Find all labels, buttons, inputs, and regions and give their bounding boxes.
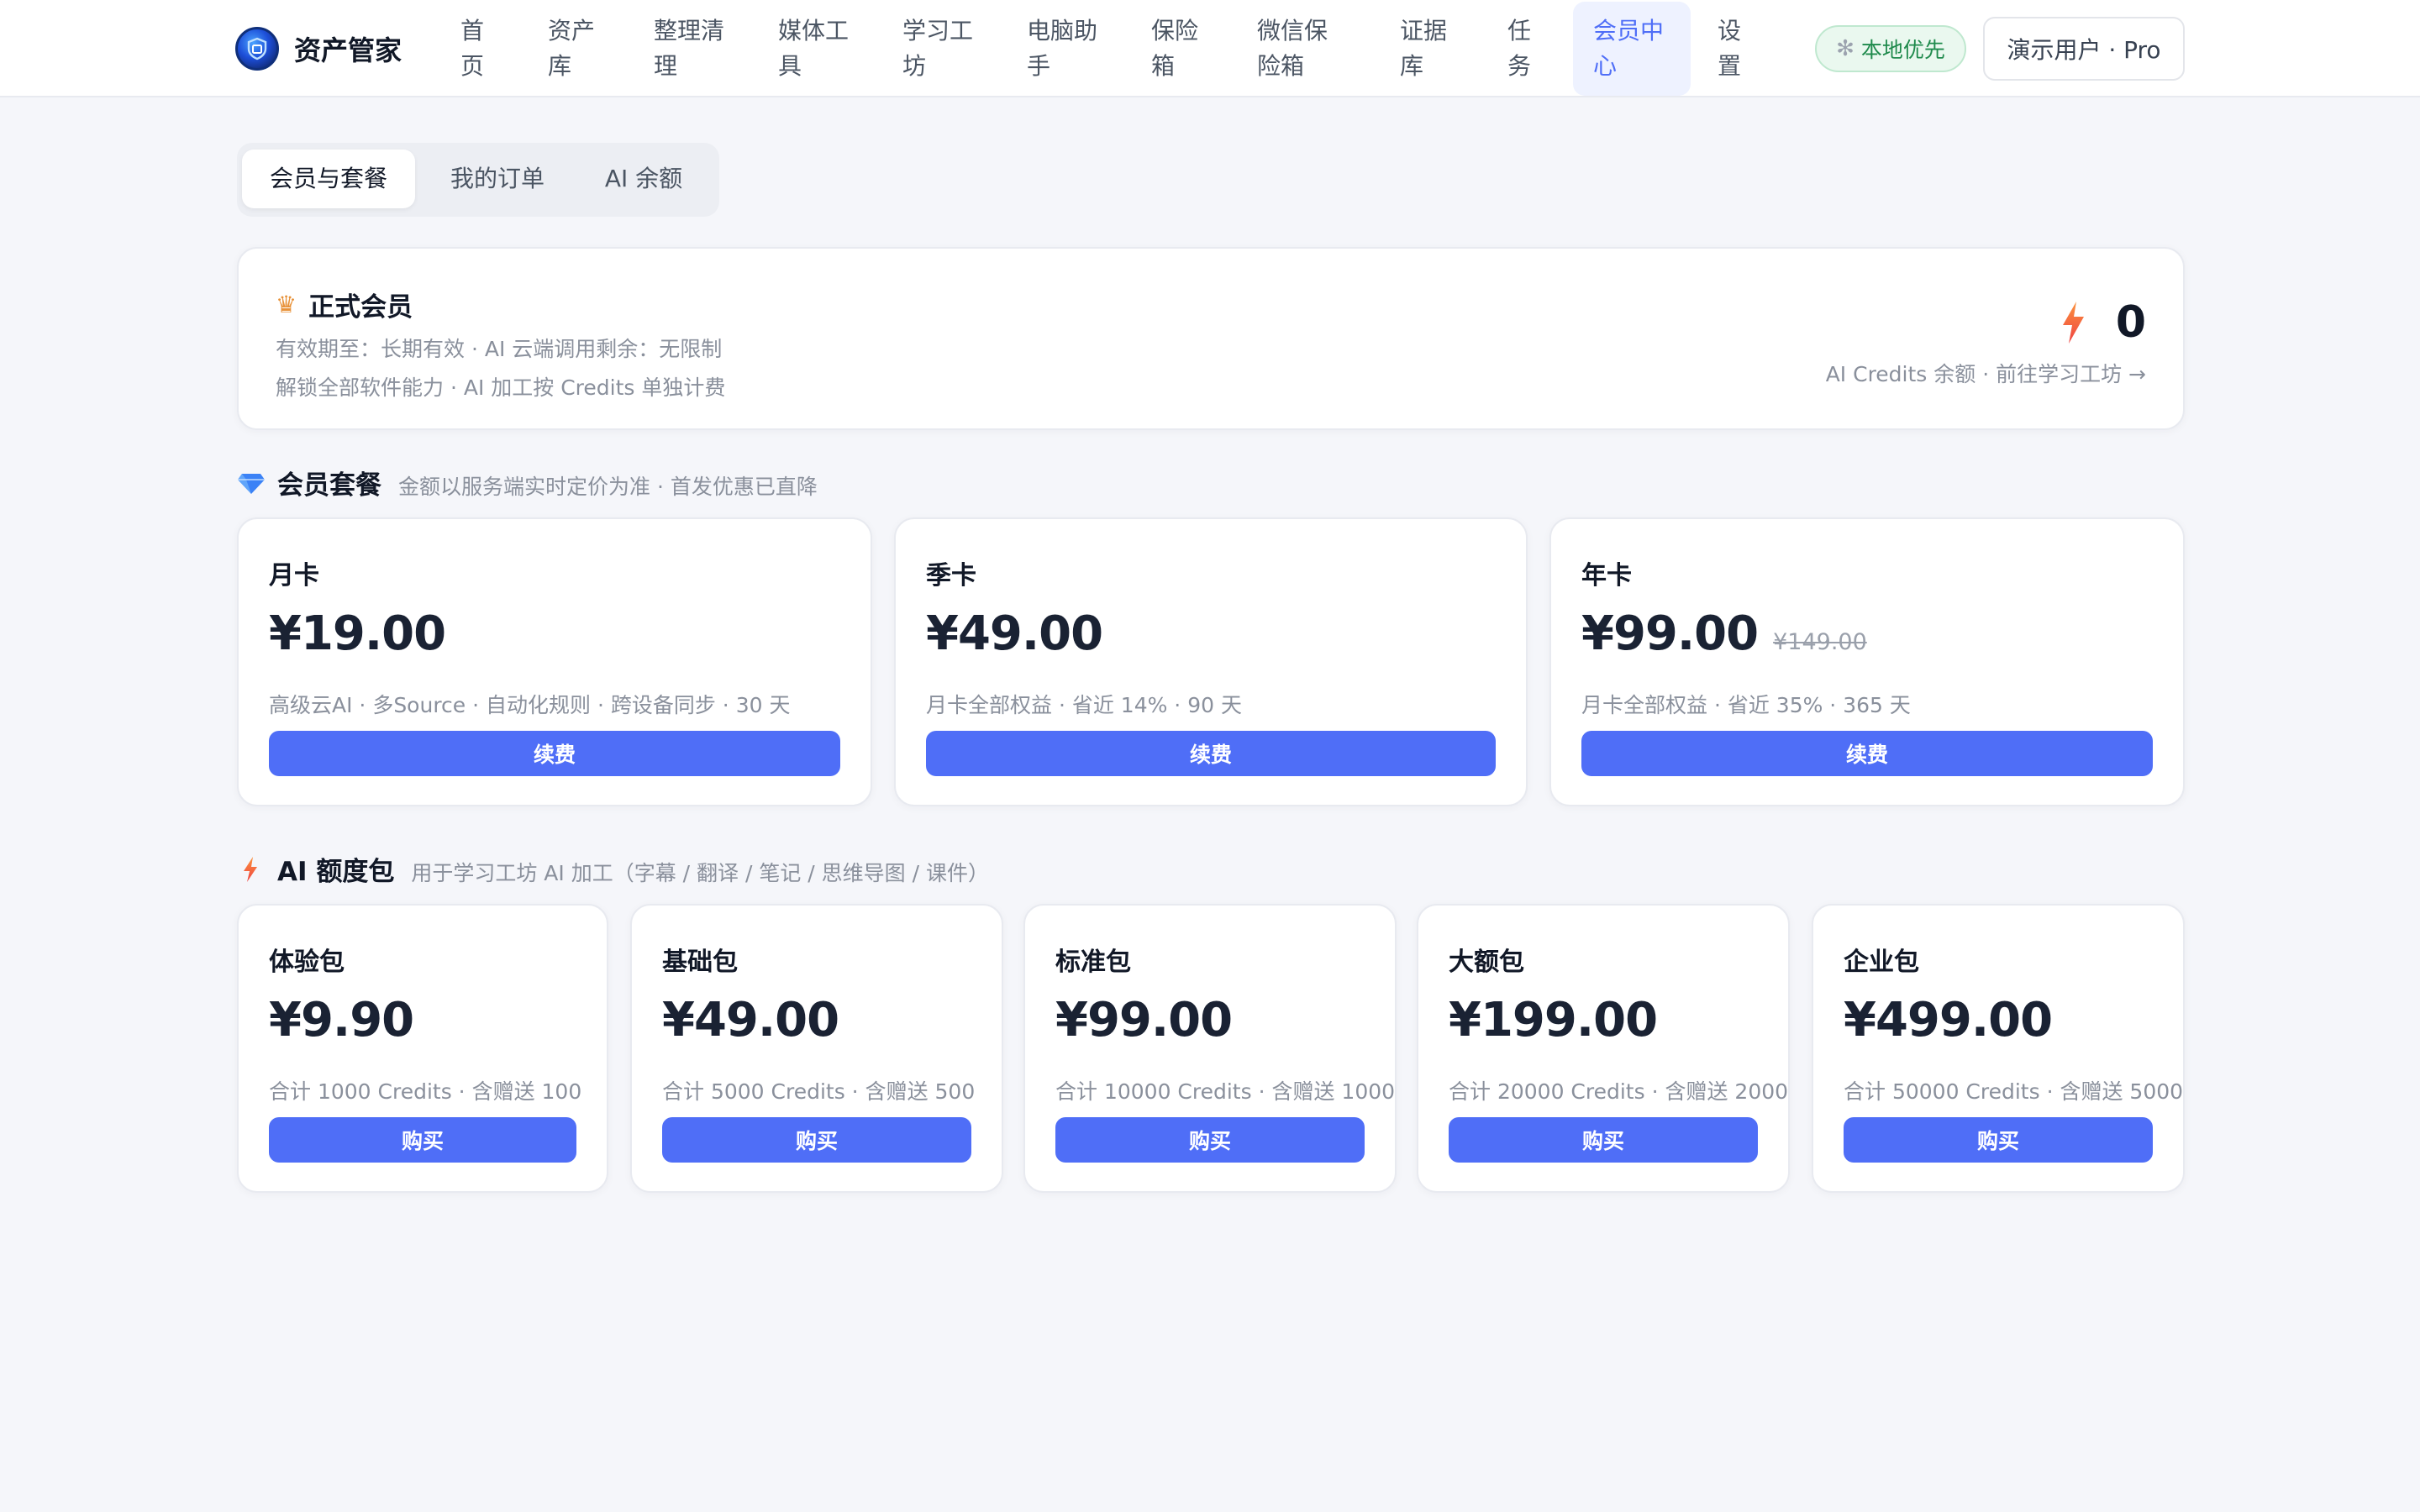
plan-description: 月卡全部权益 · 省近 14% · 90 天	[926, 693, 1242, 717]
plan-name: 月卡	[269, 561, 319, 591]
nav-item-settings[interactable]: 设置	[1697, 2, 1773, 96]
credits-balance-value: 0	[2115, 297, 2146, 348]
pack-name: 体验包	[269, 948, 345, 977]
buy-button[interactable]: 购买	[662, 1117, 971, 1163]
buy-button[interactable]: 购买	[1055, 1117, 1365, 1163]
plan-card-yearly: 年卡 ¥99.00 ¥149.00 月卡全部权益 · 省近 35% · 365 天…	[1549, 517, 2185, 806]
plan-price-value: ¥49.00	[926, 606, 1103, 661]
tab-my-orders[interactable]: 我的订单	[422, 150, 573, 208]
plan-price-value: ¥99.00	[1581, 606, 1759, 661]
membership-title-text: 正式会员	[308, 292, 413, 323]
pack-price: ¥199.00	[1449, 993, 1658, 1047]
plans-section-title: 会员套餐	[277, 470, 381, 501]
diamond-icon	[238, 473, 265, 494]
local-first-badge[interactable]: ✻ 本地优先	[1815, 25, 1966, 72]
membership-validity: 有效期至：长期有效 · AI 云端调用剩余：无限制	[276, 337, 723, 361]
plan-card-monthly: 月卡 ¥19.00 高级云AI · 多Source · 自动化规则 · 跨设备同…	[237, 517, 872, 806]
plan-description: 高级云AI · 多Source · 自动化规则 · 跨设备同步 · 30 天	[269, 693, 791, 717]
pack-description: 合计 20000 Credits · 含赠送 2000	[1449, 1079, 1789, 1104]
gear-icon: ✻	[1836, 36, 1854, 61]
renew-button[interactable]: 续费	[1581, 731, 2153, 776]
pack-description: 合计 10000 Credits · 含赠送 1000	[1055, 1079, 1396, 1104]
nav-item-vault[interactable]: 保险箱	[1131, 2, 1228, 96]
credits-balance: 0	[2060, 297, 2146, 348]
plan-description: 月卡全部权益 · 省近 35% · 365 天	[1581, 693, 1911, 717]
plan-name: 季卡	[926, 561, 976, 591]
pack-description: 合计 1000 Credits · 含赠送 100	[269, 1079, 582, 1104]
credits-link[interactable]: AI Credits 余额 · 前往学习工坊 →	[1826, 358, 2146, 388]
nav-item-tasks[interactable]: 任务	[1487, 2, 1563, 96]
plans-section-note: 金额以服务端实时定价为准 · 首发优惠已直降	[398, 475, 818, 499]
nav-item-pc-assistant[interactable]: 电脑助手	[1007, 2, 1128, 96]
membership-status-card: ♛ 正式会员 有效期至：长期有效 · AI 云端调用剩余：无限制 解锁全部软件能…	[237, 247, 2185, 430]
nav-item-membership[interactable]: 会员中心	[1573, 2, 1691, 96]
pack-card-standard: 标准包 ¥99.00 合计 10000 Credits · 含赠送 1000 购…	[1023, 904, 1397, 1193]
nav-item-wechat-vault[interactable]: 微信保险箱	[1237, 2, 1358, 96]
pack-name: 大额包	[1449, 948, 1524, 977]
nav-item-media-tools[interactable]: 媒体工具	[758, 2, 879, 96]
pack-name: 企业包	[1844, 948, 1919, 977]
pack-description: 合计 50000 Credits · 含赠送 5000	[1844, 1079, 2184, 1104]
pack-description: 合计 5000 Credits · 含赠送 500	[662, 1079, 976, 1104]
pack-card-enterprise: 企业包 ¥499.00 合计 50000 Credits · 含赠送 5000 …	[1812, 904, 2185, 1193]
pack-price: ¥99.00	[1055, 993, 1233, 1047]
local-first-label: 本地优先	[1860, 38, 1945, 62]
plan-price-value: ¥19.00	[269, 606, 446, 661]
nav-item-learning[interactable]: 学习工坊	[882, 2, 1003, 96]
plan-price: ¥99.00 ¥149.00	[1581, 606, 1867, 661]
nav-item-evidence[interactable]: 证据库	[1380, 2, 1477, 96]
tab-ai-balance[interactable]: AI 余额	[575, 150, 713, 208]
tab-membership-plans[interactable]: 会员与套餐	[242, 150, 415, 208]
app-name: 资产管家	[294, 34, 402, 66]
top-navigation-bar: 资产管家 首页 资产库 整理清理 媒体工具 学习工坊 电脑助手 保险箱 微信保险…	[0, 0, 2420, 97]
membership-benefits: 解锁全部软件能力 · AI 加工按 Credits 单独计费	[276, 375, 726, 400]
buy-button[interactable]: 购买	[1844, 1117, 2153, 1163]
plan-name: 年卡	[1581, 561, 1632, 591]
membership-title: ♛ 正式会员	[276, 286, 413, 323]
pack-name: 基础包	[662, 948, 738, 977]
renew-button[interactable]: 续费	[926, 731, 1496, 776]
plan-price: ¥19.00	[269, 606, 446, 661]
nav-item-organize[interactable]: 整理清理	[634, 2, 755, 96]
brand-logo-icon	[235, 27, 279, 71]
pack-price: ¥499.00	[1844, 993, 2053, 1047]
brand[interactable]: 资产管家	[235, 24, 402, 74]
crown-icon: ♛	[276, 291, 297, 318]
bolt-icon	[2062, 302, 2084, 344]
user-menu-button[interactable]: 演示用户 · Pro	[1983, 17, 2185, 81]
pack-card-trial: 体验包 ¥9.90 合计 1000 Credits · 含赠送 100 购买	[237, 904, 608, 1193]
pack-card-basic: 基础包 ¥49.00 合计 5000 Credits · 含赠送 500 购买	[630, 904, 1003, 1193]
plans-section-header: 会员套餐 金额以服务端实时定价为准 · 首发优惠已直降	[237, 464, 818, 501]
buy-button[interactable]: 购买	[269, 1117, 576, 1163]
plan-original-price: ¥149.00	[1773, 629, 1867, 655]
packs-section-note: 用于学习工坊 AI 加工（字幕 / 翻译 / 笔记 / 思维导图 / 课件）	[411, 861, 989, 885]
buy-button[interactable]: 购买	[1449, 1117, 1758, 1163]
packs-section-header: AI 额度包 用于学习工坊 AI 加工（字幕 / 翻译 / 笔记 / 思维导图 …	[237, 850, 989, 888]
plan-price: ¥49.00	[926, 606, 1103, 661]
plan-card-quarterly: 季卡 ¥49.00 月卡全部权益 · 省近 14% · 90 天 续费	[894, 517, 1528, 806]
nav-item-assets[interactable]: 资产库	[528, 2, 625, 96]
nav-item-home[interactable]: 首页	[440, 2, 516, 96]
pack-price: ¥9.90	[269, 993, 414, 1047]
packs-section-title: AI 额度包	[277, 857, 395, 887]
renew-button[interactable]: 续费	[269, 731, 840, 776]
member-tabs: 会员与套餐 我的订单 AI 余额	[237, 143, 719, 217]
pack-name: 标准包	[1055, 948, 1131, 977]
pack-card-large: 大额包 ¥199.00 合计 20000 Credits · 含赠送 2000 …	[1417, 904, 1790, 1193]
pack-price: ¥49.00	[662, 993, 839, 1047]
bolt-icon	[244, 856, 257, 882]
